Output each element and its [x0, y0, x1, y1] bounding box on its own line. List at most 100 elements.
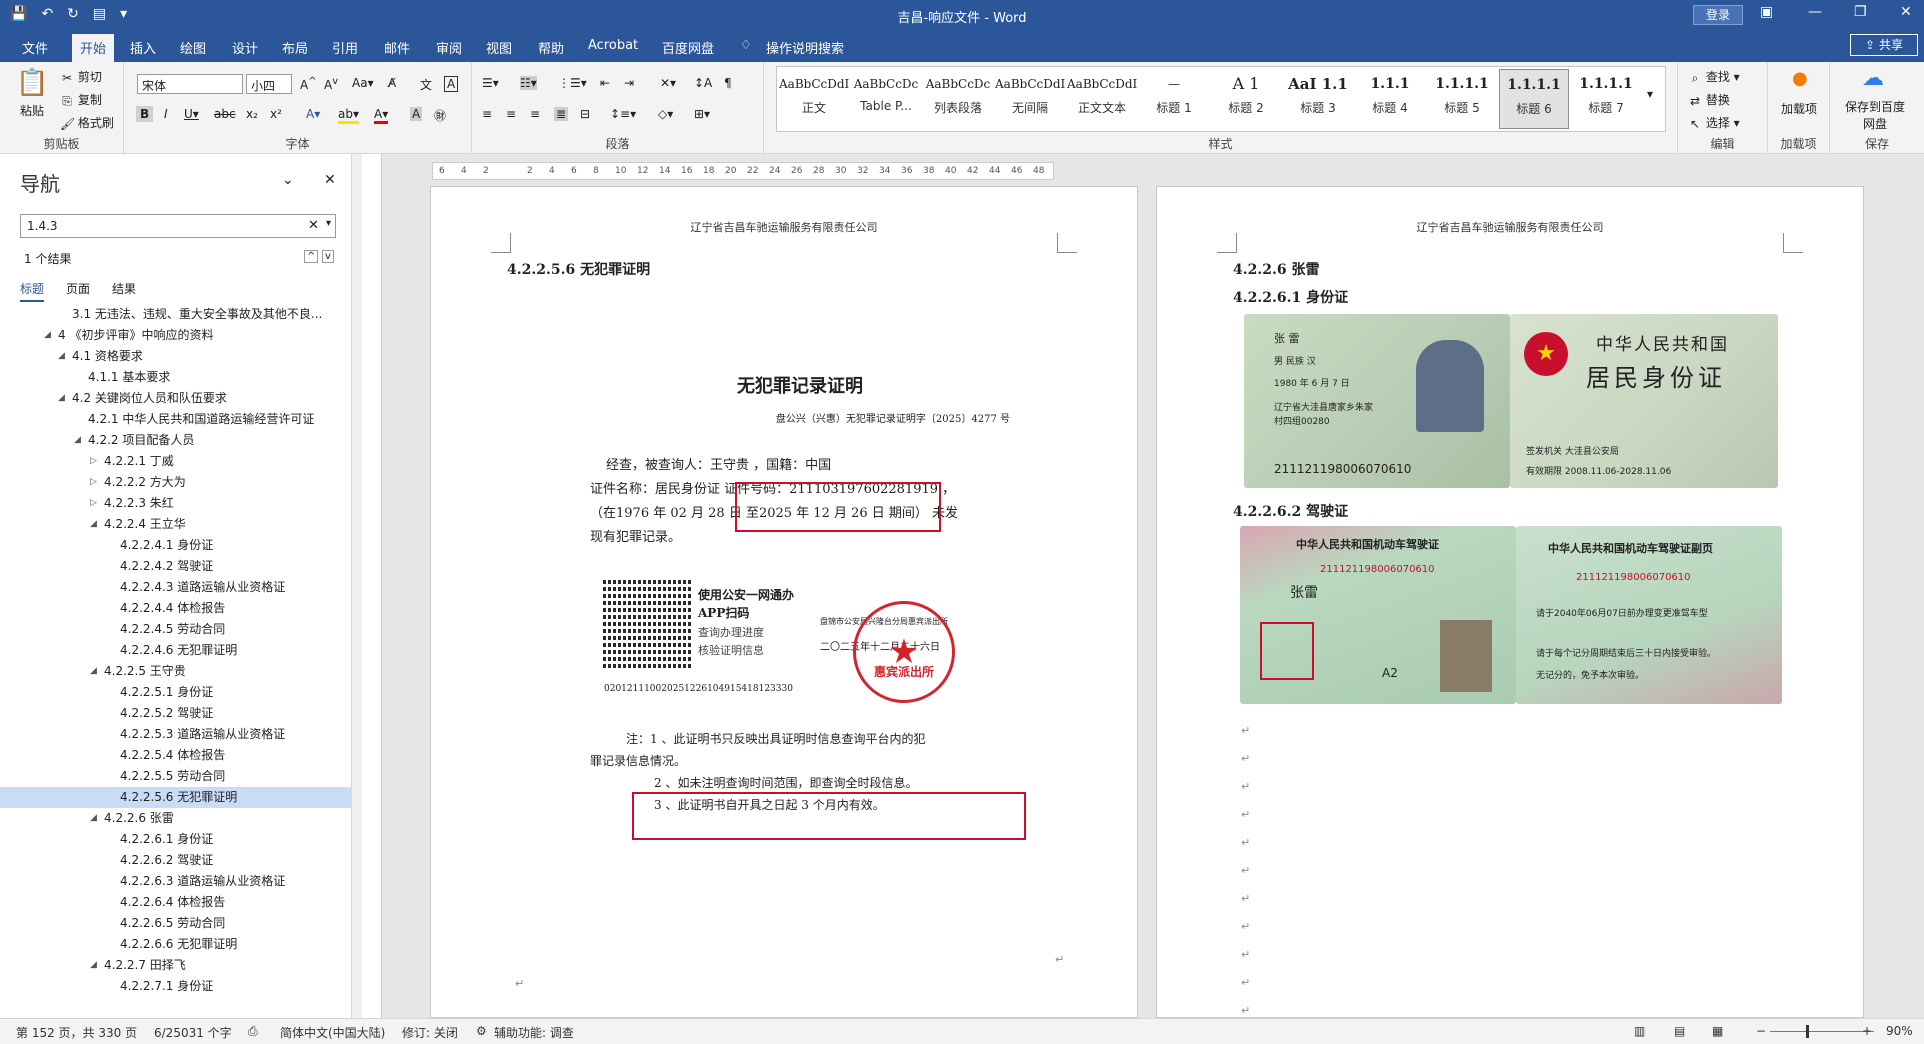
language[interactable]: 简体中文(中国大陆) [280, 1024, 385, 1041]
collapse-icon[interactable]: ◢ [90, 955, 97, 976]
line-spacing-button[interactable]: ↕≡▾ [610, 107, 636, 121]
web-layout-icon[interactable]: ▦ [1712, 1024, 1723, 1038]
clear-format-button[interactable]: A̸ [388, 76, 396, 90]
zoom-out-icon[interactable]: − [1756, 1024, 1766, 1038]
nav-scrollbar[interactable] [352, 154, 362, 1018]
share-button[interactable]: ⇪ 共享 [1850, 34, 1918, 56]
font-size-select[interactable]: 小四 [246, 74, 292, 94]
nav-heading-item[interactable]: 4.2.2.4.3 道路运输从业资格证 [0, 577, 352, 598]
nav-heading-item[interactable]: 4.2.1 中华人民共和国道路运输经营许可证 [0, 409, 352, 430]
nav-heading-item[interactable]: 4.2.2.4.5 劳动合同 [0, 619, 352, 640]
justify-button[interactable]: ≣ [554, 107, 569, 121]
find-button[interactable]: ⌕ 查找 ▾ [1688, 68, 1740, 85]
nav-heading-item[interactable]: 4.2.2.6.2 驾驶证 [0, 850, 352, 871]
strike-button[interactable]: abc [214, 107, 236, 121]
nav-heading-item[interactable]: 4.2.2.6.1 身份证 [0, 829, 352, 850]
shrink-font-button[interactable]: Av [324, 76, 338, 92]
proofing-icon[interactable]: ⎙ [248, 1024, 258, 1039]
style-no-spacing[interactable]: AaBbCcDdI 无间隔 [995, 69, 1065, 129]
expand-icon[interactable]: ▷ [90, 493, 97, 514]
replace-button[interactable]: ⇄ 替换 [1688, 91, 1730, 108]
bullets-button[interactable]: ☰▾ [482, 76, 499, 90]
cut-button[interactable]: ✂ 剪切 [60, 68, 102, 85]
collapse-icon[interactable]: ◢ [90, 808, 97, 829]
save-baidu-button[interactable]: 保存到百度网盘 [1840, 98, 1910, 132]
tab-insert[interactable]: 插入 [130, 38, 156, 57]
change-case-button[interactable]: Aa▾ [352, 76, 374, 90]
char-border-button[interactable]: A [444, 76, 459, 92]
numbering-button[interactable]: ☷▾ [520, 76, 537, 90]
search-options-icon[interactable]: ▾ [326, 218, 331, 229]
shading-button[interactable]: ◇▾ [658, 107, 673, 121]
section-heading[interactable]: 4.2.2.6.2 驾驶证 [1233, 501, 1348, 521]
tab-review[interactable]: 审阅 [436, 38, 462, 57]
tab-acrobat[interactable]: Acrobat [588, 38, 638, 53]
nav-tab-results[interactable]: 结果 [112, 280, 136, 302]
subscript-button[interactable]: x₂ [246, 107, 258, 121]
nav-heading-item[interactable]: 4.2.2.4.6 无犯罪证明 [0, 640, 352, 661]
chevron-down-icon[interactable]: ⌄ [282, 172, 294, 188]
font-color-button[interactable]: A▾ [374, 107, 389, 124]
baidu-cloud-icon[interactable]: ☁ [1862, 66, 1884, 91]
nav-heading-item[interactable]: 4.2.2.4.4 体检报告 [0, 598, 352, 619]
section-heading[interactable]: 4.2.2.6.1 身份证 [1233, 287, 1348, 307]
increase-indent-button[interactable]: ⇥ [624, 76, 634, 90]
accessibility-status[interactable]: 辅助功能: 调查 [494, 1024, 574, 1041]
tab-baidu[interactable]: 百度网盘 [662, 38, 714, 57]
nav-heading-item[interactable]: 4.2.2.4.1 身份证 [0, 535, 352, 556]
italic-button[interactable]: I [164, 107, 168, 121]
nav-heading-item[interactable]: 3.1 无违法、违规、重大安全事故及其他不良... [0, 304, 352, 325]
style-heading-4[interactable]: 1.1.1 标题 4 [1355, 69, 1425, 129]
asian-layout-button[interactable]: ✕▾ [660, 76, 676, 90]
font-name-select[interactable]: 宋体 [137, 74, 243, 94]
nav-tab-pages[interactable]: 页面 [66, 280, 90, 302]
expand-icon[interactable]: ▷ [90, 472, 97, 493]
zoom-slider[interactable] [1770, 1031, 1874, 1032]
nav-heading-item[interactable]: ◢ 4.2.2 项目配备人员 [0, 430, 352, 451]
bold-button[interactable]: B [136, 106, 154, 122]
decrease-indent-button[interactable]: ⇤ [600, 76, 610, 90]
nav-heading-item[interactable]: ◢ 4.2 关键岗位人员和队伍要求 [0, 388, 352, 409]
copy-button[interactable]: ⎘ 复制 [60, 91, 102, 108]
nav-heading-item[interactable]: 4.1.1 基本要求 [0, 367, 352, 388]
nav-heading-item[interactable]: 4.2.2.5.4 体检报告 [0, 745, 352, 766]
collapse-icon[interactable]: ◢ [90, 514, 97, 535]
grow-font-button[interactable]: A^ [300, 76, 317, 92]
tab-view[interactable]: 视图 [486, 38, 512, 57]
nav-tab-headings[interactable]: 标题 [20, 280, 45, 302]
collapse-icon[interactable]: ◢ [90, 661, 97, 682]
tab-home[interactable]: 开始 [72, 34, 115, 62]
char-shading-button[interactable]: A [410, 107, 423, 121]
paste-button[interactable]: 粘贴 [20, 102, 44, 119]
format-painter-button[interactable]: 🖌 格式刷 [60, 114, 114, 131]
tab-file[interactable]: 文件 [22, 38, 48, 57]
nav-heading-item[interactable]: ▷ 4.2.2.2 方大为 [0, 472, 352, 493]
zoom-in-icon[interactable]: + [1862, 1024, 1872, 1038]
accessibility-icon[interactable]: ⚙ [476, 1024, 487, 1038]
nav-heading-item[interactable]: 4.2.2.4.2 驾驶证 [0, 556, 352, 577]
nav-heading-item[interactable]: 4.2.2.6.6 无犯罪证明 [0, 934, 352, 955]
nav-heading-item[interactable]: ▷ 4.2.2.3 朱红 [0, 493, 352, 514]
section-heading[interactable]: 4.2.2.6 张雷 [1233, 259, 1319, 279]
style-heading-5[interactable]: 1.1.1.1 标题 5 [1427, 69, 1497, 129]
nav-heading-item[interactable]: 4.2.2.6.4 体检报告 [0, 892, 352, 913]
highlight-button[interactable]: ab▾ [338, 107, 359, 124]
collapse-icon[interactable]: ◢ [44, 325, 51, 346]
style-heading-3[interactable]: AaI 1.1 标题 3 [1283, 69, 1353, 129]
enclose-char-button[interactable]: ㊖ [434, 107, 446, 124]
addins-button[interactable]: 加载项 [1778, 100, 1820, 117]
tab-mailings[interactable]: 邮件 [384, 38, 410, 57]
expand-icon[interactable]: ▷ [90, 451, 97, 472]
phonetic-guide-button[interactable]: 文 [420, 76, 432, 93]
collapse-icon[interactable]: ◢ [58, 346, 65, 367]
nav-heading-item[interactable]: 4.2.2.6.3 道路运输从业资格证 [0, 871, 352, 892]
style-table-p[interactable]: AaBbCcDc Table P... [851, 69, 921, 129]
text-effects-button[interactable]: A▾ [306, 107, 320, 121]
zoom-level[interactable]: 90% [1886, 1024, 1913, 1038]
nav-heading-item[interactable]: ◢ 4.1 资格要求 [0, 346, 352, 367]
login-button[interactable]: 登录 [1693, 5, 1743, 25]
nav-heading-item[interactable]: ▷ 4.2.2.1 丁威 [0, 451, 352, 472]
nav-heading-item[interactable]: 4.2.2.5.1 身份证 [0, 682, 352, 703]
nav-heading-item[interactable]: 4.2.2.6.5 劳动合同 [0, 913, 352, 934]
track-changes[interactable]: 修订: 关闭 [402, 1024, 458, 1041]
